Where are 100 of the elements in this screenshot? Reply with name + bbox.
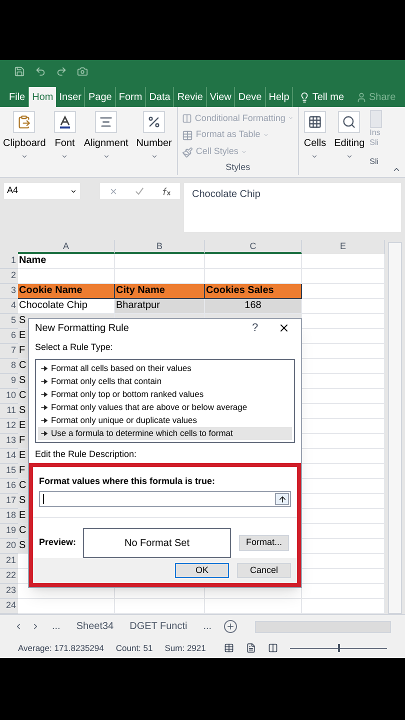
caret-icon (20, 153, 28, 160)
formula-bar[interactable]: Chocolate Chip (184, 183, 401, 232)
section-label: Select a Rule Type: (34, 341, 114, 354)
sheet-tab[interactable]: ... (199, 616, 216, 636)
style-icon (182, 112, 192, 124)
row-number: 13 (0, 434, 18, 449)
column-header[interactable]: B (115, 240, 205, 254)
formula-field[interactable] (39, 491, 291, 507)
ribbon-button[interactable]: Number (133, 107, 175, 163)
arrow-icon (41, 378, 48, 384)
caret-icon (311, 153, 318, 160)
column-header[interactable]: A (18, 240, 115, 254)
save-icon[interactable] (14, 66, 25, 76)
page-break-icon[interactable] (268, 643, 278, 653)
sheet-tab[interactable]: DGET Functi (126, 616, 192, 636)
preview-box: No Format Set (83, 528, 231, 558)
row-number: 8 (0, 359, 18, 374)
preview-label: Preview: (39, 536, 78, 550)
row-number: 10 (0, 389, 18, 404)
caret-icon (288, 115, 294, 122)
collapse-button[interactable] (275, 493, 289, 505)
checkmark-icon[interactable] (134, 186, 144, 196)
cancel-icon[interactable] (108, 186, 118, 196)
collapse-ribbon-icon[interactable] (392, 165, 401, 174)
column-header[interactable]: C (205, 240, 302, 254)
row-number: 24 (0, 599, 18, 614)
tell-me-button[interactable]: Tell me (299, 87, 344, 107)
row-number: 20 (0, 539, 18, 554)
cancel-button[interactable]: Cancel (237, 563, 291, 578)
search-icon (342, 115, 356, 129)
row-number: 2 (0, 269, 18, 284)
row-number: 5 (0, 314, 18, 329)
arrow-up-icon (278, 494, 286, 504)
table-cell: Name (18, 254, 115, 269)
ribbon-button[interactable]: Alignment (80, 107, 132, 163)
arrow-icon (41, 404, 48, 410)
row-number: 4 (0, 299, 18, 314)
arrow-icon (41, 366, 48, 370)
add-sheet-button[interactable] (224, 620, 237, 633)
row-number: 21 (0, 554, 18, 569)
plus-icon (226, 622, 235, 631)
percent-icon (147, 115, 162, 129)
normal-view-icon[interactable] (224, 643, 234, 653)
sheet-tab[interactable]: Sheet34 (72, 616, 118, 636)
ok-button[interactable]: OK (175, 563, 229, 578)
caret-icon (102, 153, 110, 160)
row-number: 11 (0, 404, 18, 419)
ribbon-tab[interactable]: Hom (29, 87, 56, 107)
row-number: 7 (0, 344, 18, 359)
arrow-icon (41, 418, 48, 422)
row-number: 6 (0, 329, 18, 344)
row-number: 16 (0, 479, 18, 494)
ribbon-button[interactable]: Clipboard (0, 107, 49, 163)
undo-icon[interactable] (35, 66, 46, 76)
ribbon-label: Ins (370, 128, 380, 138)
row-number: 19 (0, 524, 18, 539)
sheet-tab[interactable]: ... (48, 616, 64, 636)
cells-icon (308, 115, 322, 129)
row-number: 23 (0, 584, 18, 599)
ribbon-button[interactable]: Cells (300, 107, 330, 163)
close-icon (278, 322, 290, 334)
style-icon (182, 146, 193, 158)
row-number: 14 (0, 449, 18, 464)
row-number: 9 (0, 374, 18, 389)
format-button[interactable]: Format... (239, 535, 290, 551)
function-icon[interactable] (160, 186, 172, 196)
group-label: Styles (226, 161, 250, 174)
caret-icon (150, 153, 158, 160)
style-icon (182, 130, 193, 141)
row-number: 17 (0, 494, 18, 509)
status-text: Count: 51 (116, 642, 153, 654)
row-number: 12 (0, 419, 18, 434)
row-number: 15 (0, 464, 18, 479)
text-cursor (43, 494, 44, 504)
arrow-icon (41, 430, 48, 436)
camera-icon[interactable] (77, 66, 88, 76)
rule-type-item[interactable]: Use a formula to determine which cells to format (38, 426, 292, 440)
table-cell: Bharatpur (115, 299, 205, 314)
caret-icon (346, 153, 353, 160)
row-number: 3 (0, 284, 18, 299)
status-text: Average: 171.8235294 (18, 642, 104, 654)
group-label: Sli (370, 156, 379, 168)
ribbon-button[interactable]: Editing (331, 107, 368, 163)
ribbon-button[interactable]: Font (50, 107, 79, 163)
name-box[interactable]: A4 (4, 183, 80, 199)
caret-icon (263, 132, 270, 138)
scroll-right-icon[interactable] (31, 622, 40, 631)
caret-icon (70, 188, 77, 194)
ribbon-icon (370, 110, 382, 128)
row-number: 18 (0, 509, 18, 524)
help-button[interactable]: ? (245, 320, 265, 336)
redo-icon[interactable] (56, 66, 67, 76)
horizontal-scrollbar[interactable] (254, 620, 391, 632)
table-cell: 168 (205, 299, 302, 314)
zoom-slider-thumb[interactable] (338, 644, 340, 652)
font-color-icon (58, 115, 72, 129)
page-layout-icon[interactable] (246, 643, 256, 653)
person-icon (356, 92, 368, 102)
scroll-left-icon[interactable] (14, 622, 23, 631)
caret-icon (61, 153, 68, 160)
